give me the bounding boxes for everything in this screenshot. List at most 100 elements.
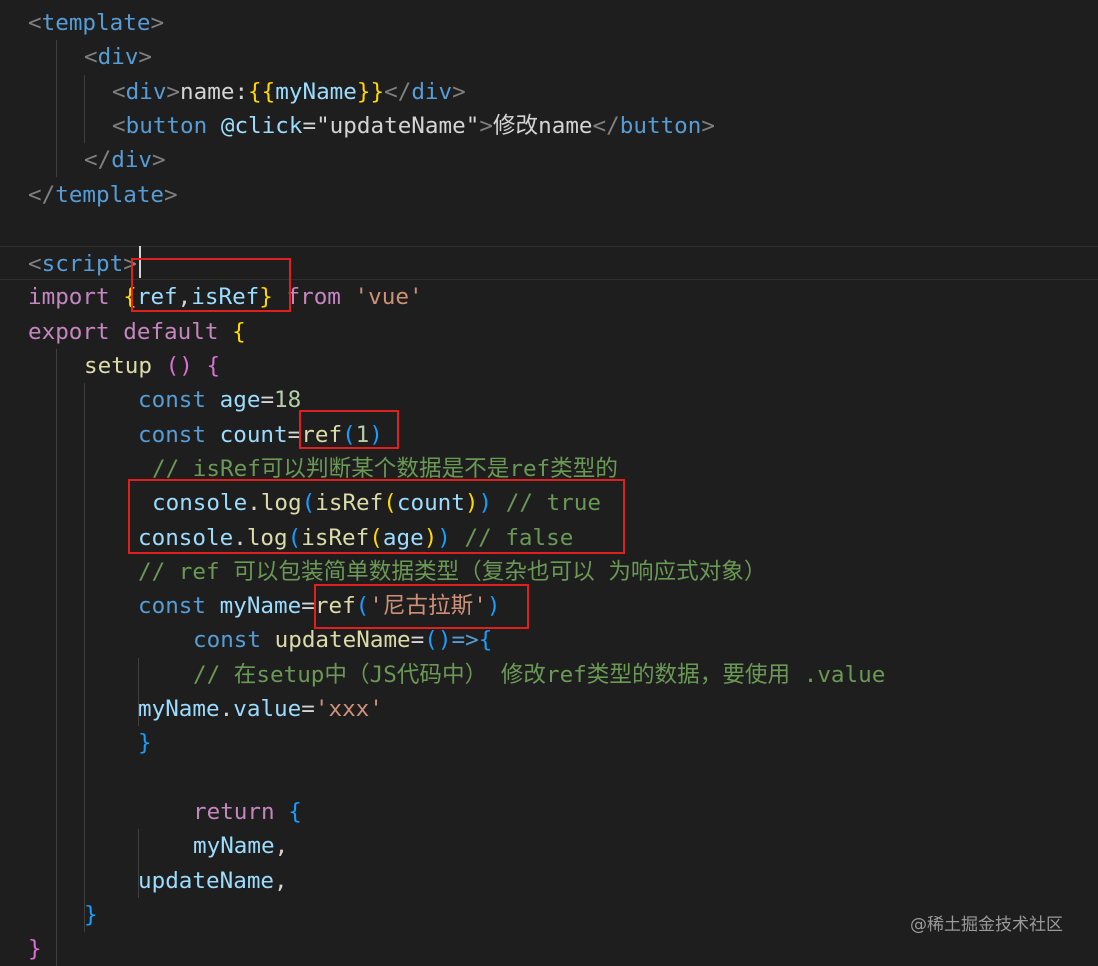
code-line[interactable]: <button @click="updateName">修改name</butt… <box>0 109 1098 143</box>
code-token: < <box>28 251 42 278</box>
code-editor[interactable]: <template> <div> <div>name:{{myName}}</div… <box>0 0 1098 966</box>
code-text: return { <box>193 795 302 829</box>
code-token: const <box>138 421 207 448</box>
code-token: template <box>55 181 165 208</box>
code-token: count <box>219 421 288 448</box>
code-token: myName <box>219 593 302 620</box>
code-token: default <box>123 318 219 345</box>
code-token: div <box>125 78 167 105</box>
code-line[interactable]: updateName, <box>0 864 1098 898</box>
code-text: const age=18 <box>138 383 301 417</box>
code-token: setup <box>84 353 153 379</box>
code-line[interactable]: export default { <box>0 315 1098 349</box>
code-text: myName.value='xxx' <box>138 692 383 726</box>
code-token: myName <box>193 833 275 860</box>
code-token: 'vue' <box>354 284 423 311</box>
code-token: < <box>112 112 126 139</box>
code-text: <button @click="updateName">修改name</butt… <box>112 109 715 143</box>
code-token: > <box>166 78 181 105</box>
code-text: setup () { <box>84 349 220 383</box>
code-text: <template> <box>28 6 164 40</box>
code-line[interactable]: const age=18 <box>0 383 1098 417</box>
code-token: > <box>701 112 715 139</box>
code-token: 修改name <box>492 112 593 139</box>
code-token: const <box>138 593 207 620</box>
code-token: </ <box>28 181 56 208</box>
code-line[interactable]: const myName=ref('尼古拉斯') <box>0 589 1098 623</box>
code-line[interactable]: <div>name:{{myName}}</div> <box>0 75 1098 109</box>
code-token: </ <box>384 78 412 105</box>
code-token: < <box>84 44 98 71</box>
code-token: import <box>28 284 110 311</box>
red-highlight-box <box>131 258 291 312</box>
code-text: <script> <box>28 247 137 281</box>
code-line[interactable]: myName.value='xxx' <box>0 692 1098 726</box>
code-token: { <box>232 318 246 345</box>
code-line[interactable] <box>0 212 1098 246</box>
code-line[interactable]: </div> <box>0 143 1098 177</box>
code-line[interactable]: const updateName=()=>{ <box>0 623 1098 657</box>
code-token: "updateName" <box>316 112 480 139</box>
code-line[interactable]: setup () { <box>0 349 1098 383</box>
code-token: }} <box>356 78 385 105</box>
code-token: 18 <box>274 387 302 414</box>
code-line[interactable]: // 在setup中（JS代码中） 修改ref类型的数据，要使用 .value <box>0 658 1098 692</box>
code-token: . <box>219 696 234 722</box>
code-token: = <box>410 627 425 654</box>
code-line[interactable]: } <box>0 726 1098 760</box>
code-token: div <box>97 44 139 71</box>
code-line[interactable]: const count=ref(1) <box>0 418 1098 452</box>
code-line[interactable] <box>0 761 1098 795</box>
code-token: => <box>451 627 479 654</box>
red-highlight-box <box>128 479 625 554</box>
code-line[interactable]: <template> <box>0 6 1098 40</box>
code-token: // 在setup中（JS代码中） 修改ref类型的数据，要使用 .value <box>193 661 886 688</box>
code-token: div <box>411 78 453 105</box>
code-token: } <box>84 901 98 928</box>
code-token: name: <box>180 78 249 105</box>
red-highlight-box <box>299 410 399 449</box>
code-token: template <box>41 10 151 36</box>
red-highlight-box <box>314 584 529 629</box>
code-token: { <box>206 353 221 379</box>
code-token: </ <box>592 112 620 139</box>
code-token: { <box>478 627 493 654</box>
code-text: <div>name:{{myName}}</div> <box>112 75 466 109</box>
code-token: > <box>164 181 178 208</box>
code-token: button <box>125 112 208 139</box>
code-token: = <box>260 387 275 414</box>
code-token: > <box>452 78 466 105</box>
code-token: updateName <box>138 867 275 894</box>
code-token: } <box>138 730 152 757</box>
code-token: export <box>28 318 110 345</box>
code-token: > <box>150 10 165 36</box>
code-token: @click <box>220 112 303 139</box>
code-text: } <box>138 726 152 760</box>
code-token: , <box>274 867 288 894</box>
code-line[interactable]: myName, <box>0 829 1098 863</box>
code-text: </template> <box>28 178 178 212</box>
code-token: , <box>274 833 289 860</box>
code-line[interactable]: return { <box>0 795 1098 829</box>
code-token: () <box>165 353 193 379</box>
code-line[interactable]: // ref 可以包装简单数据类型（复杂也可以 为响应式对象） <box>0 555 1098 589</box>
code-line[interactable]: <div> <box>0 40 1098 74</box>
code-line[interactable]: </template> <box>0 178 1098 212</box>
code-token: // ref 可以包装简单数据类型（复杂也可以 为响应式对象） <box>138 558 767 585</box>
code-token: } <box>28 936 42 963</box>
code-token: { <box>288 798 302 825</box>
code-token: value <box>233 696 302 722</box>
code-token: div <box>111 147 153 174</box>
code-token: 'xxx' <box>314 696 383 722</box>
code-token: return <box>193 798 275 825</box>
code-text: <div> <box>84 40 152 74</box>
code-token: const <box>138 387 207 414</box>
